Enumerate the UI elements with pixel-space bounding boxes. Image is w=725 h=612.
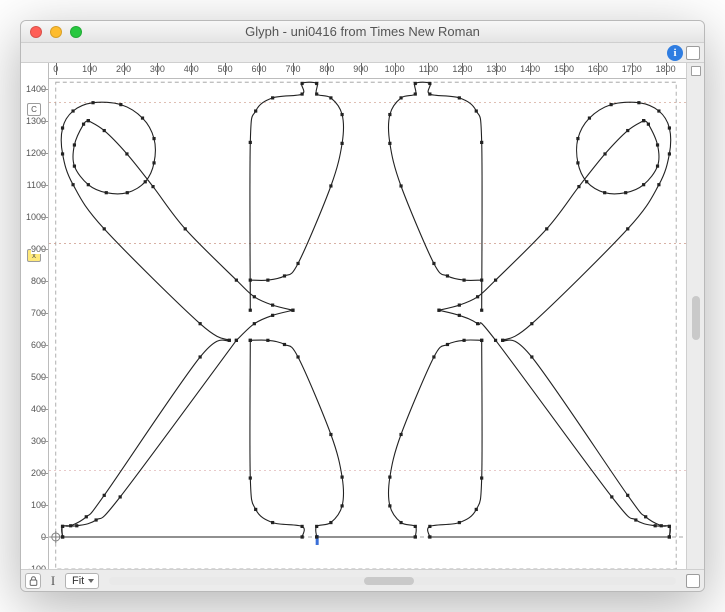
horizontal-scrollbar[interactable] <box>109 577 676 585</box>
window-controls <box>21 26 82 38</box>
footer-bar: I Fit <box>21 569 704 591</box>
canvas-area: 0100200300400500600700800900100011001200… <box>21 63 686 569</box>
horizontal-scrollbar-thumb[interactable] <box>364 577 414 585</box>
layer-toggle-button[interactable] <box>691 66 701 76</box>
lock-button[interactable] <box>25 573 41 589</box>
lock-icon <box>29 576 38 586</box>
corner-grip[interactable] <box>686 574 700 588</box>
zoom-select[interactable]: Fit <box>65 573 99 589</box>
cap-height-marker[interactable]: C <box>27 103 41 116</box>
zoom-value: Fit <box>72 575 84 587</box>
glyph-canvas[interactable] <box>49 79 686 569</box>
minimize-icon[interactable] <box>50 26 62 38</box>
close-icon[interactable] <box>30 26 42 38</box>
header-toolbar: i <box>21 43 704 63</box>
glyph-editor-window: Glyph - uni0416 from Times New Roman i 0… <box>20 20 705 592</box>
editor-body: 0100200300400500600700800900100011001200… <box>21 63 704 569</box>
info-icon: i <box>673 47 676 59</box>
glyph-svg <box>49 79 686 569</box>
titlebar[interactable]: Glyph - uni0416 from Times New Roman <box>21 21 704 43</box>
toolbar-toggle-button[interactable] <box>686 46 700 60</box>
right-gutter <box>686 63 704 569</box>
ruler-horizontal[interactable]: 0100200300400500600700800900100011001200… <box>21 63 686 79</box>
text-tool-icon[interactable]: I <box>45 573 61 589</box>
vertical-scrollbar-thumb[interactable] <box>692 296 700 340</box>
ruler-vertical[interactable]: C x 140013001200110010009008007006005004… <box>21 63 49 569</box>
zoom-icon[interactable] <box>70 26 82 38</box>
info-button[interactable]: i <box>667 45 683 61</box>
window-title: Glyph - uni0416 from Times New Roman <box>21 24 704 39</box>
